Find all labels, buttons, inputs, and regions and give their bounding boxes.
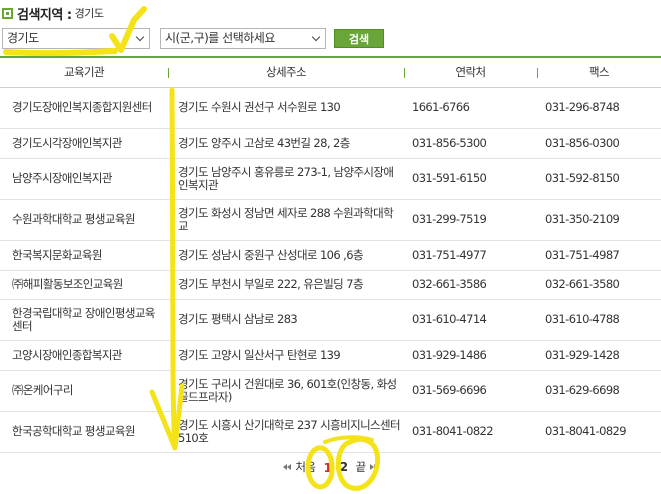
cell-institution: 수원과학대학교 평생교육원	[0, 199, 168, 241]
cell-fax: 031-629-6698	[537, 370, 661, 412]
cell-phone: 031-299-7519	[404, 199, 537, 241]
table-row[interactable]: 수원과학대학교 평생교육원 경기도 화성시 정남면 세자로 288 수원과학대학…	[0, 199, 661, 241]
cell-fax: 031-856-0300	[537, 128, 661, 159]
cell-address: 경기도 수원시 권선구 서수원로 130	[168, 87, 404, 129]
cell-fax: 031-296-8748	[537, 87, 661, 129]
cell-institution: 고양시장애인종합복지관	[0, 340, 168, 371]
cell-phone: 031-569-6696	[404, 370, 537, 412]
search-region-header: 검색지역 : 경기도	[2, 3, 104, 23]
cell-institution: ㈜해피활동보조인교육원	[0, 270, 168, 300]
cell-phone: 1661-6766	[404, 87, 537, 129]
cell-address: 경기도 시흥시 산기대학로 237 시흥비지니스센터 510호	[168, 411, 404, 453]
cell-address: 경기도 양주시 고삼로 43번길 28, 2층	[168, 128, 404, 159]
cell-institution: 한국공학대학교 평생교육원	[0, 411, 168, 453]
table-row[interactable]: ㈜해피활동보조인교육원 경기도 부천시 부일로 222, 유은빌딩 7층 032…	[0, 270, 661, 300]
page-1-link[interactable]: 1	[324, 460, 333, 475]
square-bullet-icon	[2, 7, 13, 19]
city-select-value: 시(군,구)를 선택하세요	[165, 31, 275, 45]
column-header-fax: 팩스	[537, 57, 661, 87]
search-region-value: 경기도	[74, 7, 104, 20]
cell-institution: 경기도장애인복지종합지원센터	[0, 87, 168, 129]
column-header-phone: 연락처	[404, 57, 537, 87]
cell-phone: 032-661-3586	[404, 270, 537, 300]
cell-phone: 031-610-4714	[404, 299, 537, 341]
double-chevron-right-icon	[373, 464, 378, 470]
column-header-institution: 교육기관	[64, 65, 105, 80]
table-row[interactable]: 고양시장애인종합복지관 경기도 고양시 일산서구 탄현로 139 031-929…	[0, 340, 661, 371]
cell-institution: 남양주시장애인복지관	[0, 158, 168, 200]
table-row[interactable]: 경기도시각장애인복지관 경기도 양주시 고삼로 43번길 28, 2층 031-…	[0, 128, 661, 159]
filter-bar: 경기도 시(군,구)를 선택하세요 검색	[2, 28, 402, 49]
cell-address: 경기도 평택시 삼남로 283	[168, 299, 404, 341]
cell-phone: 031-856-5300	[404, 128, 537, 159]
cell-phone: 031-751-4977	[404, 240, 537, 271]
last-page-label: 끝	[355, 460, 367, 474]
cell-fax: 031-751-4987	[537, 240, 661, 271]
cell-address: 경기도 부천시 부일로 222, 유은빌딩 7층	[168, 270, 404, 300]
cell-address: 경기도 구리시 건원대로 36, 601호(인창동, 화성골드프라자)	[168, 370, 404, 412]
last-page-link[interactable]: 끝	[356, 459, 378, 475]
cell-institution: 한경국립대학교 장애인평생교육센터	[0, 299, 168, 341]
cell-phone: 031-591-6150	[404, 158, 537, 200]
search-region-label: 검색지역 :	[17, 7, 72, 23]
cell-fax: 031-929-1428	[537, 340, 661, 371]
cell-address: 경기도 화성시 정남면 세자로 288 수원과학대학교	[168, 199, 404, 241]
cell-fax: 031-350-2109	[537, 199, 661, 241]
cell-fax: 032-661-3580	[537, 270, 661, 300]
cell-institution: 한국복지문화교육원	[0, 240, 168, 271]
table-row[interactable]: 한국공학대학교 평생교육원 경기도 시흥시 산기대학로 237 시흥비지니스센터…	[0, 411, 661, 453]
cell-institution: ㈜온케어구리	[0, 370, 168, 412]
cell-institution: 경기도시각장애인복지관	[0, 128, 168, 159]
cell-address: 경기도 고양시 일산서구 탄현로 139	[168, 340, 404, 371]
table-row[interactable]: 한경국립대학교 장애인평생교육센터 경기도 평택시 삼남로 283 031-61…	[0, 299, 661, 341]
cell-address: 경기도 남양주시 홍유릉로 273-1, 남양주시장애인복지관	[168, 158, 404, 200]
table-row[interactable]: 한국복지문화교육원 경기도 성남시 중원구 산성대로 106 ,6층 031-7…	[0, 240, 661, 271]
institution-table: 교육기관 상세주소 연락처 팩스 경기도장애인복지종합지원센터 경기도 수원시 …	[0, 56, 661, 453]
pagination: 처음 1 2 끝	[0, 457, 661, 477]
cell-fax: 031-592-8150	[537, 158, 661, 200]
chevron-down-icon	[307, 29, 325, 48]
chevron-down-icon	[131, 29, 149, 48]
cell-phone: 031-8041-0822	[404, 411, 537, 453]
province-select-value: 경기도	[7, 31, 39, 45]
table-row[interactable]: 경기도장애인복지종합지원센터 경기도 수원시 권선구 서수원로 130 1661…	[0, 87, 661, 129]
table-header-row: 교육기관 상세주소 연락처 팩스	[0, 57, 661, 87]
province-select[interactable]: 경기도	[2, 28, 150, 49]
table-row[interactable]: ㈜온케어구리 경기도 구리시 건원대로 36, 601호(인창동, 화성골드프라…	[0, 370, 661, 412]
cell-fax: 031-8041-0829	[537, 411, 661, 453]
double-chevron-left-icon	[287, 464, 292, 470]
first-page-label: 처음	[295, 460, 316, 474]
cell-fax: 031-610-4788	[537, 299, 661, 341]
page-2-link[interactable]: 2	[340, 460, 348, 474]
cell-address: 경기도 성남시 중원구 산성대로 106 ,6층	[168, 240, 404, 271]
table-row[interactable]: 남양주시장애인복지관 경기도 남양주시 홍유릉로 273-1, 남양주시장애인복…	[0, 158, 661, 200]
city-select[interactable]: 시(군,구)를 선택하세요	[160, 28, 326, 49]
cell-phone: 031-929-1486	[404, 340, 537, 371]
underline-stroke	[3, 48, 118, 57]
column-header-address: 상세주소	[168, 57, 404, 87]
search-button[interactable]: 검색	[334, 29, 384, 48]
first-page-link[interactable]: 처음	[283, 459, 316, 475]
